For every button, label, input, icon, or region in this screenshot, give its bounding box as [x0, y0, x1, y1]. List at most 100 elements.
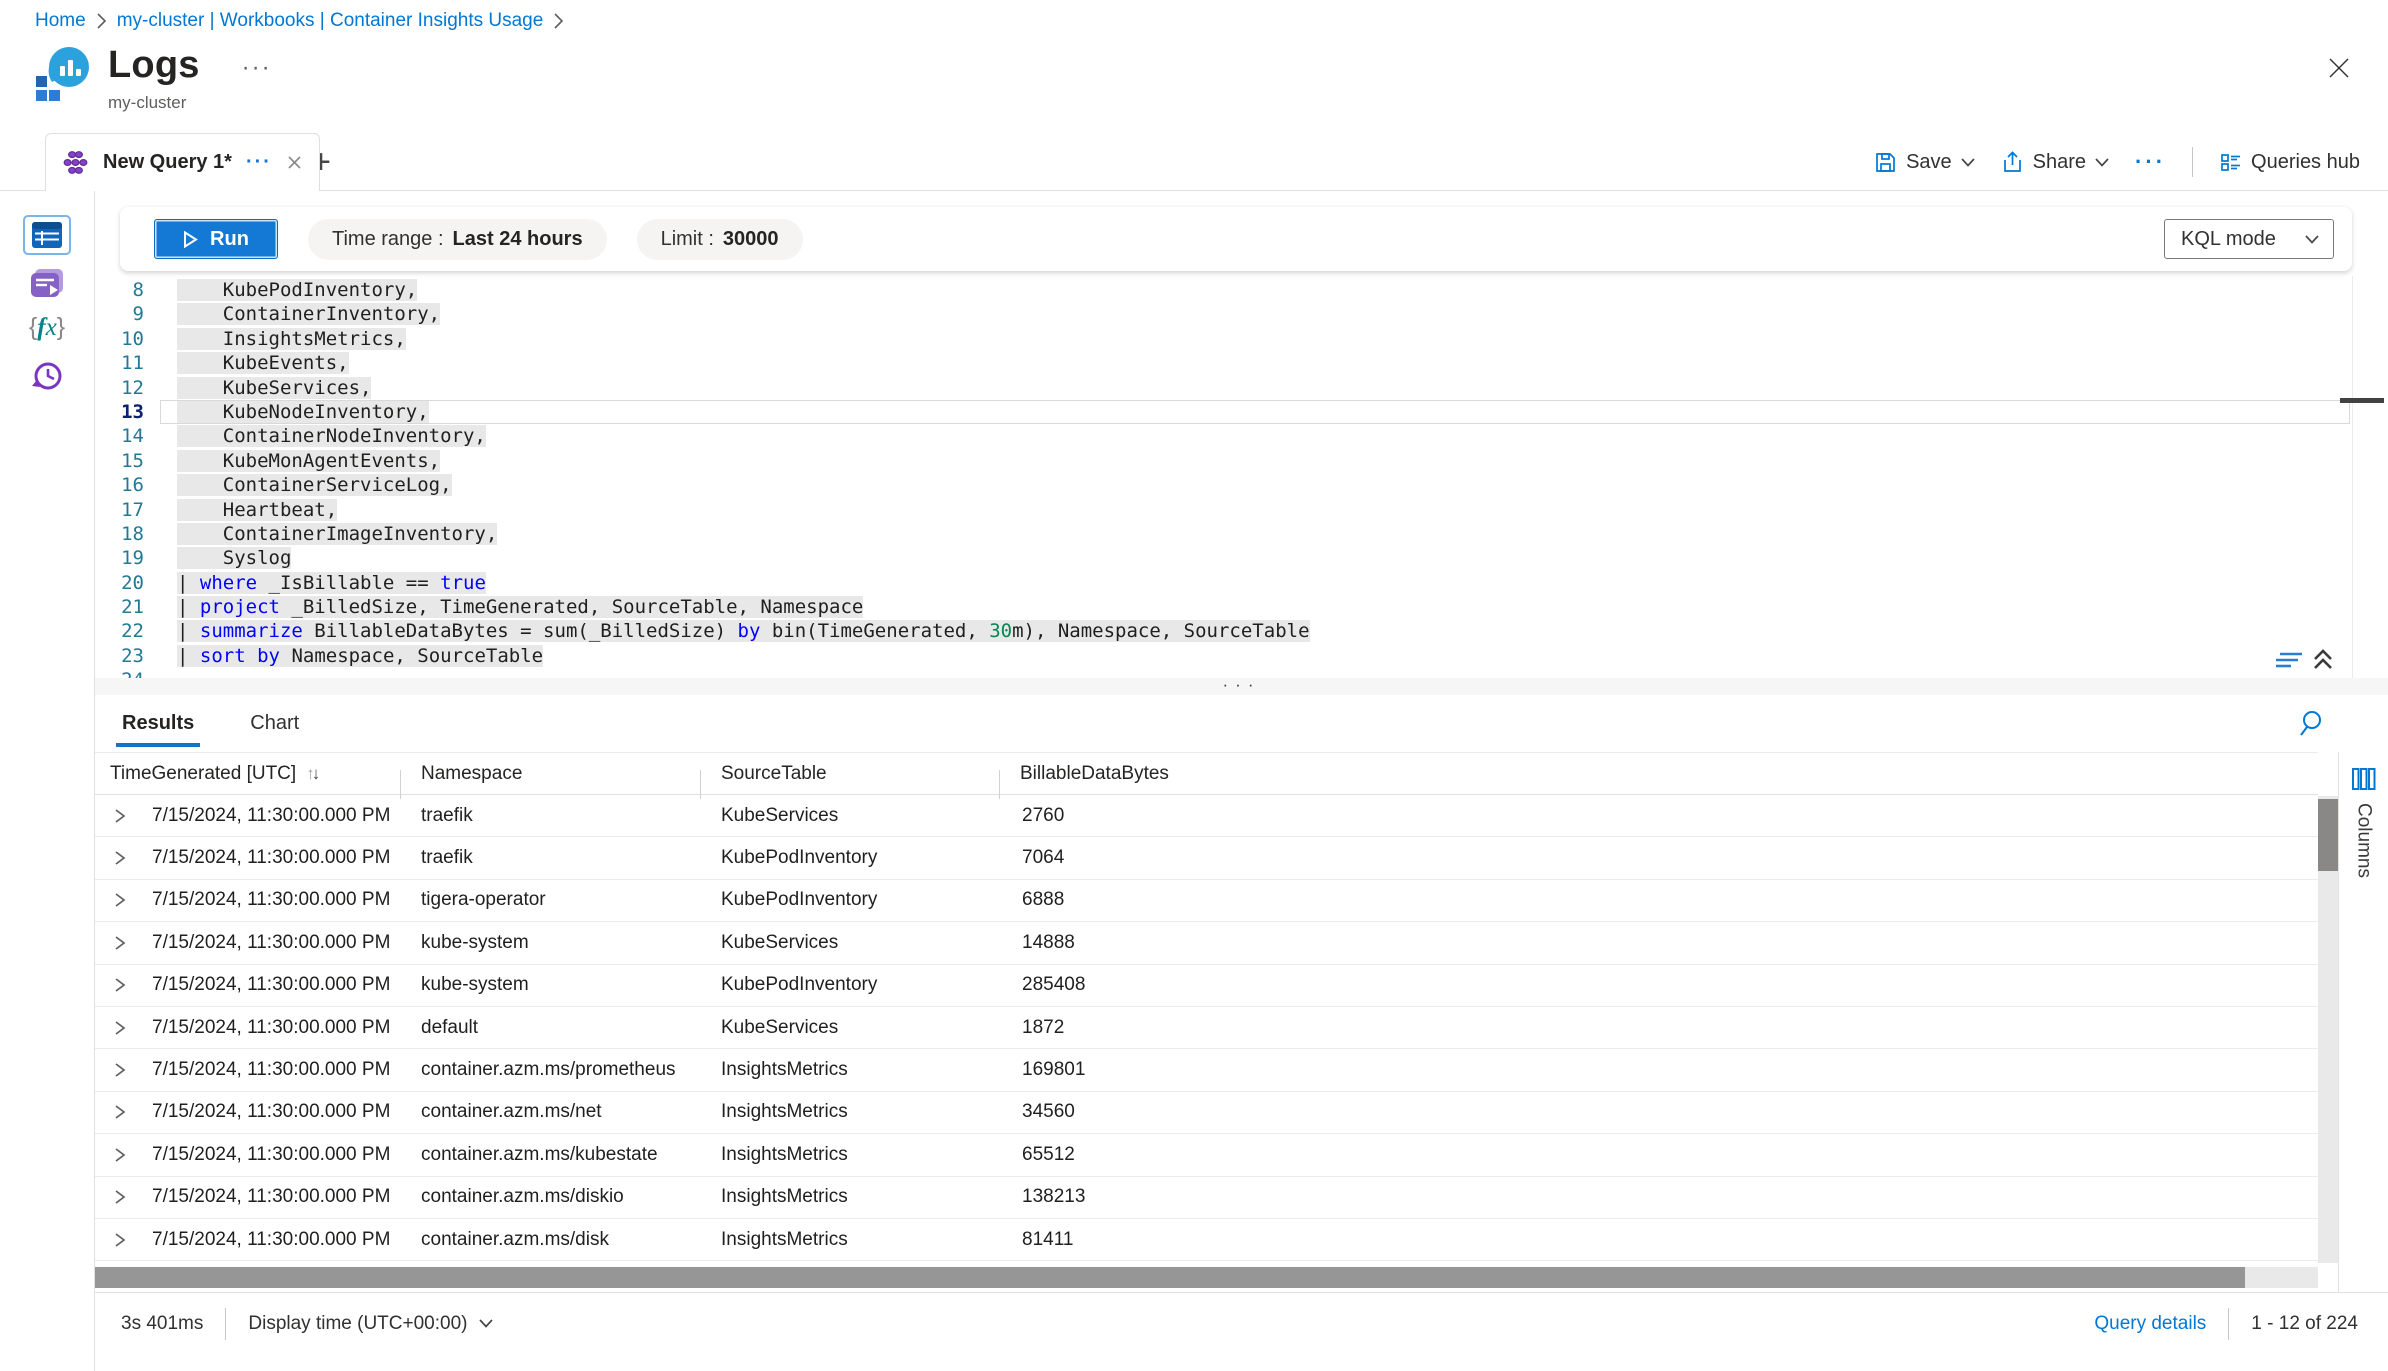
sort-icon[interactable]: ↑↓ — [306, 764, 317, 784]
sidebar-item-functions[interactable]: {fx} — [29, 313, 65, 342]
share-button[interactable]: Share — [2001, 151, 2109, 174]
editor-resize-handle[interactable]: ··· — [95, 678, 2388, 695]
column-header[interactable]: BillableDataBytes — [999, 763, 2318, 785]
table-row[interactable]: 7/15/2024, 11:30:00.000 PMcontainer.azm.… — [95, 1092, 2318, 1134]
table-row[interactable]: 7/15/2024, 11:30:00.000 PMcontainer.azm.… — [95, 1134, 2318, 1176]
queries-hub-button[interactable]: Queries hub — [2219, 151, 2360, 174]
kql-mode-select[interactable]: KQL mode — [2164, 219, 2334, 259]
line-number: 19 — [95, 546, 160, 570]
more-options-icon[interactable]: ··· — [242, 54, 272, 82]
code-line[interactable]: 15 KubeMonAgentEvents, — [95, 449, 2388, 473]
table-row[interactable]: 7/15/2024, 11:30:00.000 PMtraefikKubeSer… — [95, 795, 2318, 837]
collapse-editor-icon[interactable] — [2312, 648, 2334, 672]
horizontal-scrollbar[interactable] — [95, 1267, 2318, 1288]
chevron-down-icon — [2305, 235, 2319, 244]
tab-new-query-1[interactable]: New Query 1* ··· — [45, 133, 320, 191]
query-editor[interactable]: 8 KubePodInventory,9 ContainerInventory,… — [95, 272, 2388, 678]
tab-results[interactable]: Results — [120, 706, 196, 747]
row-expander-icon[interactable] — [113, 808, 129, 824]
results-grid: TimeGenerated [UTC]↑↓NamespaceSourceTabl… — [95, 752, 2318, 1261]
columns-pane-label[interactable]: Columns — [2353, 803, 2375, 878]
sidebar-item-query-history[interactable] — [30, 359, 64, 393]
table-row[interactable]: 7/15/2024, 11:30:00.000 PMcontainer.azm.… — [95, 1177, 2318, 1219]
row-expander-icon[interactable] — [113, 1232, 129, 1248]
code-line[interactable]: 22| summarize BillableDataBytes = sum(_B… — [95, 619, 2388, 643]
code-line[interactable]: 18 ContainerImageInventory, — [95, 522, 2388, 546]
breadcrumb-home-link[interactable]: Home — [35, 10, 86, 32]
column-header[interactable]: TimeGenerated [UTC]↑↓ — [95, 763, 400, 785]
table-cell: InsightsMetrics — [700, 1229, 999, 1251]
code-line[interactable]: 21| project _BilledSize, TimeGenerated, … — [95, 595, 2388, 619]
command-more-icon[interactable]: ··· — [2135, 149, 2166, 175]
time-range-picker[interactable]: Time range : Last 24 hours — [308, 219, 607, 260]
code-line[interactable]: 12 KubeServices, — [95, 376, 2388, 400]
search-icon[interactable] — [2296, 706, 2332, 742]
table-row[interactable]: 7/15/2024, 11:30:00.000 PMdefaultKubeSer… — [95, 1007, 2318, 1049]
logs-blade: Home my-cluster | Workbooks | Container … — [0, 0, 2388, 1371]
code-line[interactable]: 13 KubeNodeInventory, — [95, 400, 2388, 424]
code-line[interactable]: 19 Syslog — [95, 546, 2388, 570]
tab-chart[interactable]: Chart — [248, 706, 301, 747]
vertical-scrollbar-thumb[interactable] — [2318, 799, 2338, 871]
code-line[interactable]: 11 KubeEvents, — [95, 351, 2388, 375]
time-range-value: Last 24 hours — [453, 228, 583, 251]
vertical-scrollbar[interactable] — [2318, 796, 2338, 1263]
breadcrumb-path-link[interactable]: my-cluster | Workbooks | Container Insig… — [117, 10, 544, 32]
line-number: 18 — [95, 522, 160, 546]
line-number: 23 — [95, 644, 160, 668]
columns-pane: Columns — [2338, 752, 2388, 1292]
code-line[interactable]: 8 KubePodInventory, — [95, 278, 2388, 302]
format-lines-icon[interactable] — [2274, 648, 2304, 672]
query-details-link[interactable]: Query details — [2094, 1313, 2206, 1335]
code-line[interactable]: 20| where _IsBillable == true — [95, 571, 2388, 595]
code-line[interactable]: 9 ContainerInventory, — [95, 302, 2388, 326]
row-expander-icon[interactable] — [113, 850, 129, 866]
horizontal-scrollbar-thumb[interactable] — [95, 1267, 2245, 1288]
table-row[interactable]: 7/15/2024, 11:30:00.000 PMcontainer.azm.… — [95, 1219, 2318, 1261]
tab-close-icon[interactable] — [286, 154, 303, 171]
table-cell: 6888 — [999, 889, 2318, 911]
code-line[interactable]: 17 Heartbeat, — [95, 498, 2388, 522]
line-number: 16 — [95, 473, 160, 497]
status-divider — [225, 1308, 226, 1340]
save-button[interactable]: Save — [1874, 151, 1975, 174]
table-cell: KubePodInventory — [700, 847, 999, 869]
column-header[interactable]: SourceTable — [700, 763, 999, 785]
row-expander-icon[interactable] — [113, 1147, 129, 1163]
table-row[interactable]: 7/15/2024, 11:30:00.000 PMtraefikKubePod… — [95, 837, 2318, 879]
code-line[interactable]: 10 InsightsMetrics, — [95, 327, 2388, 351]
tab-label: New Query 1* — [103, 151, 232, 174]
tab-more-icon[interactable]: ··· — [246, 151, 272, 174]
row-expander-icon[interactable] — [113, 935, 129, 951]
column-header[interactable]: Namespace — [400, 763, 700, 785]
table-row[interactable]: 7/15/2024, 11:30:00.000 PMkube-systemKub… — [95, 965, 2318, 1007]
row-expander-icon[interactable] — [113, 1104, 129, 1120]
line-number: 17 — [95, 498, 160, 522]
columns-icon[interactable] — [2351, 766, 2377, 795]
table-row[interactable]: 7/15/2024, 11:30:00.000 PMkube-systemKub… — [95, 922, 2318, 964]
editor-scrollbar-track[interactable] — [2352, 276, 2353, 678]
table-row[interactable]: 7/15/2024, 11:30:00.000 PMtigera-operato… — [95, 880, 2318, 922]
code-line[interactable]: 14 ContainerNodeInventory, — [95, 424, 2388, 448]
row-expander-icon[interactable] — [113, 1062, 129, 1078]
row-expander-icon[interactable] — [113, 892, 129, 908]
table-cell: 285408 — [999, 974, 2318, 996]
table-cell: 2760 — [999, 805, 2318, 827]
close-icon[interactable] — [2322, 52, 2356, 86]
sidebar-item-example-queries[interactable] — [29, 267, 65, 299]
limit-picker[interactable]: Limit : 30000 — [637, 219, 803, 260]
display-time-select[interactable]: Display time (UTC+00:00) — [248, 1313, 493, 1335]
display-time-label: Display time (UTC+00:00) — [248, 1313, 467, 1335]
chevron-down-icon — [1961, 158, 1975, 167]
sidebar-item-tables[interactable] — [23, 215, 71, 255]
row-expander-icon[interactable] — [113, 977, 129, 993]
row-expander-icon[interactable] — [113, 1020, 129, 1036]
run-button[interactable]: Run — [154, 219, 278, 259]
table-row[interactable]: 7/15/2024, 11:30:00.000 PMcontainer.azm.… — [95, 1049, 2318, 1091]
row-expander-icon[interactable] — [113, 1189, 129, 1205]
line-number: 20 — [95, 571, 160, 595]
code-line[interactable]: 16 ContainerServiceLog, — [95, 473, 2388, 497]
table-cell: KubeServices — [700, 1017, 999, 1039]
chevron-right-icon — [96, 12, 107, 30]
code-line[interactable]: 23| sort by Namespace, SourceTable — [95, 644, 2388, 668]
